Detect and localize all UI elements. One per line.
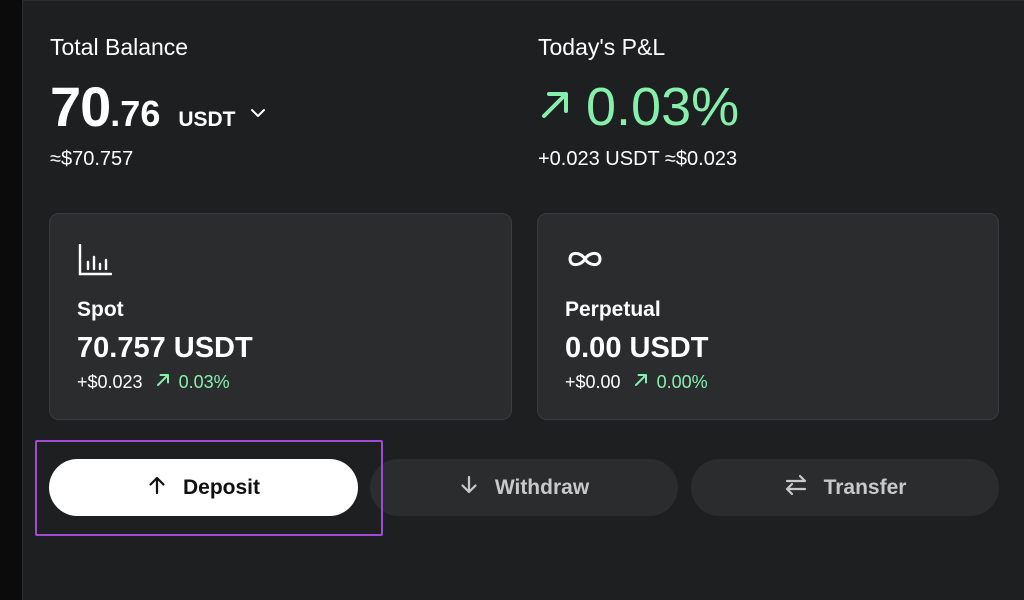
perpetual-change-value: +$0.00 — [565, 372, 621, 392]
arrow-up-right-icon — [143, 372, 171, 393]
perpetual-account-name: Perpetual — [565, 298, 661, 321]
total-balance-value: 70 .76 USDT — [50, 74, 266, 139]
withdraw-button-label: Withdraw — [494, 475, 590, 499]
pnl-value: 0.03% — [538, 76, 739, 138]
perpetual-change-percent: 0.00% — [656, 372, 708, 392]
balance-decimal: .76 — [110, 93, 161, 134]
spot-change-percent: 0.03% — [178, 372, 230, 392]
balance-unit: USDT — [178, 108, 236, 131]
infinity-icon — [566, 248, 604, 275]
deposit-button[interactable]: Deposit — [49, 459, 358, 516]
pnl-percent: 0.03% — [586, 77, 740, 137]
arrow-up-icon — [147, 475, 183, 501]
bar-chart-icon — [78, 243, 113, 281]
balance-integer: 70 — [50, 75, 111, 138]
balance-fiat-approx: ≈$70.757 — [50, 148, 134, 170]
transfer-button[interactable]: Transfer — [691, 459, 999, 516]
perpetual-account-change: +$0.00 0.00% — [565, 372, 708, 393]
perpetual-account-amount: 0.00 USDT — [565, 332, 709, 364]
spot-account-change: +$0.023 0.03% — [77, 372, 230, 393]
perpetual-account-card[interactable]: Perpetual 0.00 USDT +$0.00 0.00% — [537, 213, 999, 420]
deposit-button-label: Deposit — [182, 475, 260, 499]
arrow-up-right-icon — [621, 372, 649, 393]
pnl-detail: +0.023 USDT ≈$0.023 — [538, 148, 738, 170]
withdraw-button[interactable]: Withdraw — [370, 459, 678, 516]
total-balance-label: Total Balance — [50, 34, 189, 60]
currency-dropdown-chevron-icon[interactable] — [250, 108, 266, 118]
transfer-button-label: Transfer — [823, 475, 907, 499]
pnl-label: Today's P&L — [538, 34, 666, 60]
spot-change-value: +$0.023 — [77, 372, 143, 392]
arrow-down-icon — [459, 475, 495, 501]
spot-account-card[interactable]: Spot 70.757 USDT +$0.023 0.03% — [49, 213, 512, 420]
spot-account-name: Spot — [77, 298, 124, 321]
spot-account-amount: 70.757 USDT — [77, 332, 253, 364]
transfer-arrows-icon — [784, 474, 824, 502]
arrow-up-right-icon — [538, 88, 572, 127]
